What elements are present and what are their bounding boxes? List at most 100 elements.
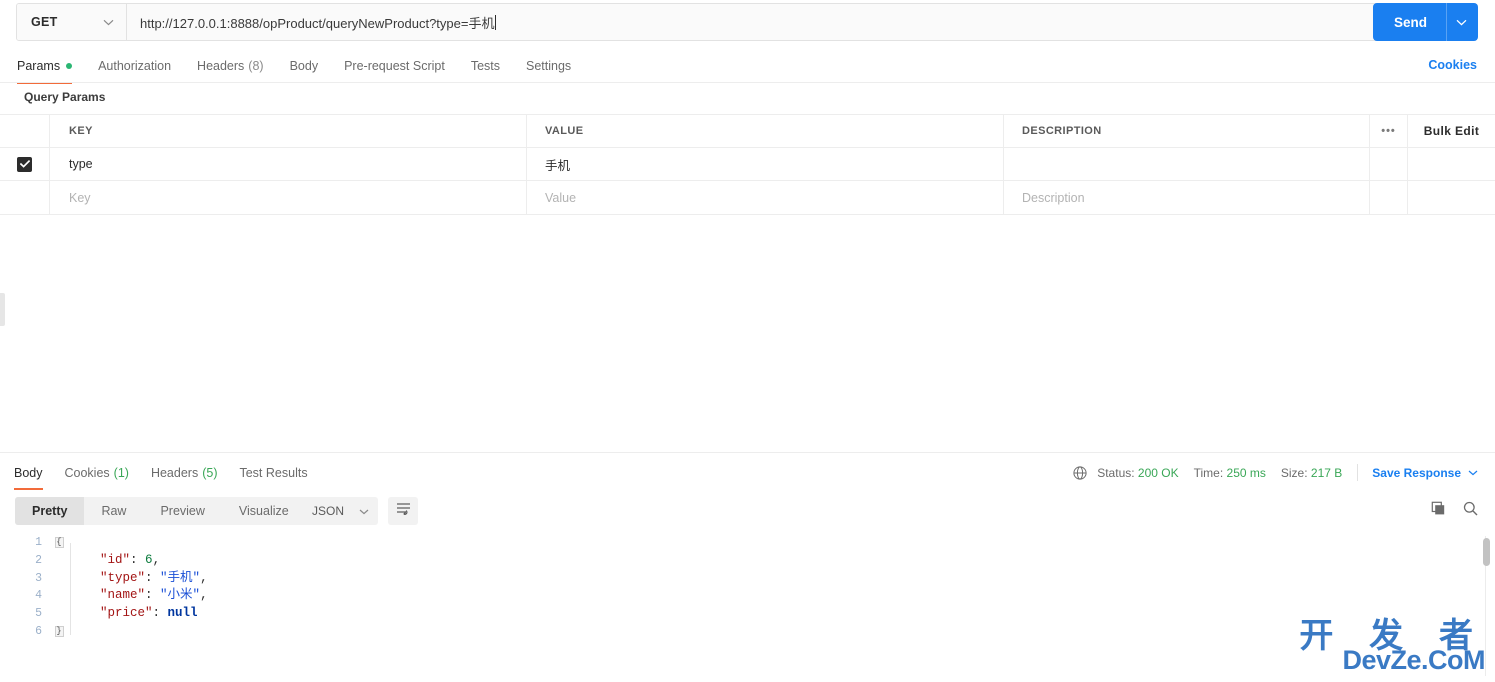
modified-indicator-dot [66, 63, 73, 69]
view-mode-visualize[interactable]: Visualize [222, 497, 306, 525]
request-url-bar: GET http://127.0.0.1:8888/opProduct/quer… [0, 0, 1495, 44]
code-fold-marker[interactable]: { [52, 537, 66, 549]
sidebar-resize-handle[interactable] [0, 293, 5, 326]
response-meta: Status: 200 OK Time: 250 ms Size: 217 B … [1073, 464, 1478, 481]
method-url-group: GET http://127.0.0.1:8888/opProduct/quer… [16, 3, 1381, 41]
http-method-select[interactable]: GET [17, 4, 127, 40]
new-param-key-input[interactable]: Key [50, 181, 527, 214]
chevron-down-icon [359, 504, 369, 518]
param-enabled-checkbox[interactable] [17, 156, 32, 172]
code-token: : [145, 570, 161, 585]
time-value: 250 ms [1226, 465, 1266, 480]
code-token: : [152, 606, 168, 621]
response-tab-test-results[interactable]: Test Results [239, 459, 307, 487]
header-cell-value: VALUE [527, 115, 1004, 147]
tab-label: Params [17, 59, 61, 73]
view-mode-pretty[interactable]: Pretty [15, 497, 85, 525]
code-token: 6 [145, 552, 153, 567]
new-param-value-input[interactable]: Value [527, 181, 1004, 214]
tab-tests[interactable]: Tests [471, 50, 500, 82]
send-options-button[interactable] [1446, 3, 1478, 41]
status-label: Status: [1097, 465, 1135, 480]
code-line-number: 6 [35, 624, 42, 638]
tab-label: Pre-request Script [344, 59, 445, 73]
code-token: "手机" [160, 570, 201, 585]
code-line-text: "id": 6, [66, 552, 160, 570]
new-row-options-cell[interactable] [1370, 181, 1408, 214]
code-fold-marker[interactable]: } [52, 626, 66, 638]
response-body-toolbar: Pretty Raw Preview Visualize JSON [0, 497, 1495, 527]
tab-body[interactable]: Body [290, 50, 319, 82]
code-line: 4 "name": "小米", [0, 587, 1495, 605]
code-line: 1{ [0, 534, 1495, 552]
code-line-text: "type": "手机", [66, 570, 208, 588]
copy-icon[interactable] [1431, 501, 1446, 516]
tab-label: Tests [470, 59, 500, 73]
param-description-input[interactable] [1004, 148, 1370, 180]
url-text: http://127.0.0.1:8888/opProduct/queryNew… [140, 15, 495, 31]
code-line-number: 3 [35, 571, 42, 585]
tab-pre-request-script[interactable]: Pre-request Script [344, 50, 445, 82]
response-language-select[interactable]: JSON [300, 497, 378, 525]
header-cell-key: KEY [50, 115, 527, 147]
tab-authorization[interactable]: Authorization [98, 50, 171, 82]
response-tab-headers[interactable]: Headers (5) [151, 459, 218, 487]
view-mode-raw[interactable]: Raw [84, 497, 143, 525]
tab-headers[interactable]: Headers (8) [197, 50, 264, 82]
wrap-lines-button[interactable] [388, 497, 418, 525]
code-line: 5 "price": null [0, 605, 1495, 623]
status-item: Status: 200 OK [1097, 466, 1178, 480]
code-scrollbar-thumb[interactable] [1483, 538, 1490, 566]
response-tab-body[interactable]: Body [14, 459, 43, 490]
table-row: type 手机 [0, 148, 1495, 181]
globe-icon [1073, 465, 1087, 480]
response-body-actions [1414, 501, 1478, 516]
fold-brace: } [54, 626, 64, 638]
bulk-edit-label: Bulk Edit [1423, 124, 1480, 138]
query-params-title: Query Params [24, 90, 106, 104]
response-body-code[interactable]: 1{2 "id": 6, 3 "type": "手机", 4 "name": "小米… [0, 534, 1495, 682]
tab-label: Headers [197, 59, 245, 73]
row-options-cell[interactable] [1370, 148, 1408, 180]
fold-brace: { [54, 537, 64, 549]
code-line-text: "price": null [66, 605, 198, 623]
time-label: Time: [1193, 465, 1224, 480]
code-token: "price" [100, 606, 153, 621]
cookies-link[interactable]: Cookies [1428, 58, 1477, 72]
code-token: "type" [100, 570, 146, 585]
code-line: 2 "id": 6, [0, 552, 1495, 570]
time-item: Time: 250 ms [1194, 466, 1266, 480]
code-line-number: 5 [35, 607, 42, 621]
code-token: : [145, 588, 161, 603]
save-response-button[interactable]: Save Response [1372, 466, 1478, 480]
param-key-input[interactable]: type [50, 148, 527, 180]
table-options-button[interactable]: ••• [1370, 115, 1408, 147]
request-tabs-divider [0, 82, 1495, 83]
table-row-empty: Key Value Description [0, 181, 1495, 214]
request-tabs: Params Authorization Headers (8) Body Pre-req… [0, 50, 1495, 84]
bulk-edit-button[interactable]: Bulk Edit [1408, 115, 1495, 147]
view-mode-preview[interactable]: Preview [143, 497, 221, 525]
size-label: Size: [1280, 465, 1308, 480]
response-tab-cookies[interactable]: Cookies (1) [65, 459, 129, 487]
tab-params[interactable]: Params [17, 50, 73, 84]
tab-settings[interactable]: Settings [526, 50, 571, 82]
url-input[interactable]: http://127.0.0.1:8888/opProduct/queryNew… [127, 4, 1380, 40]
search-icon[interactable] [1463, 501, 1478, 516]
new-param-description-input[interactable]: Description [1004, 181, 1370, 214]
param-value-input[interactable]: 手机 [527, 148, 1004, 180]
http-method-label: GET [31, 15, 58, 29]
size-value: 217 B [1310, 465, 1343, 480]
new-row-checkbox-cell [0, 181, 50, 214]
request-tablist: Params Authorization Headers (8) Body Pre-req… [0, 50, 1495, 84]
tab-label: Settings [526, 59, 572, 73]
tab-count: (8) [248, 59, 264, 73]
code-token: : [130, 552, 146, 567]
response-pane-divider[interactable] [0, 452, 1495, 453]
code-line: 6} [0, 623, 1495, 641]
send-button[interactable]: Send [1373, 3, 1446, 41]
